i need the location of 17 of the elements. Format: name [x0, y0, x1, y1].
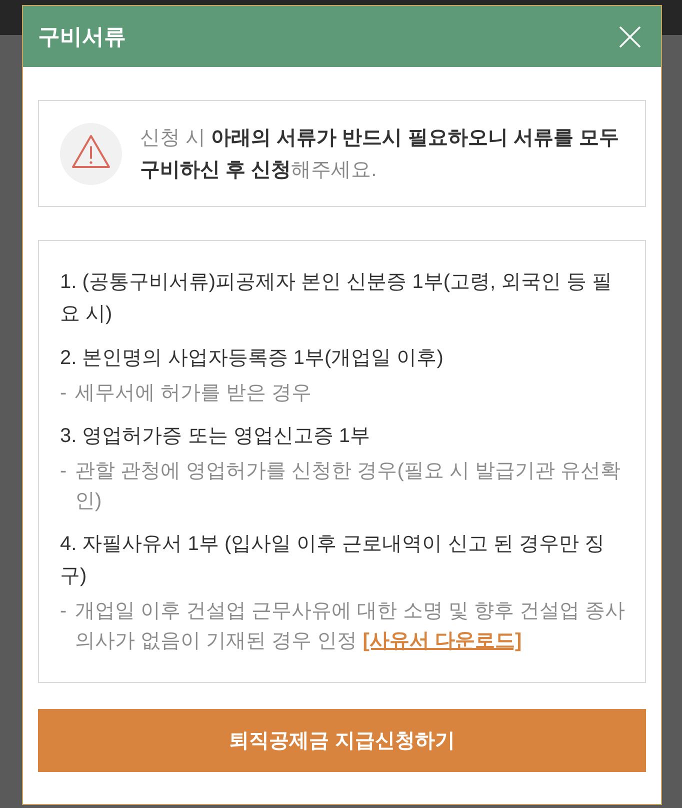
document-item: 1. (공통구비서류)피공제자 본인 신분증 1부(고령, 외국인 등 필요 시) [60, 270, 614, 327]
bullet-dash: - [60, 381, 68, 406]
document-item: 4. 자필사유서 1부 (입사일 이후 근로내역이 신고 된 경우만 징구) [60, 532, 606, 589]
close-button[interactable] [619, 26, 641, 48]
note-text: 관할 관청에 영업허가를 신청한 경우(필요 시 발급기관 유선확인) [75, 459, 622, 514]
download-link[interactable]: [사유서 다운로드] [362, 630, 522, 652]
bullet-dash: - [60, 599, 68, 624]
note-text: 세무서에 허가를 받은 경우 [75, 381, 312, 406]
document-item: 3. 영업허가증 또는 영업신고증 1부 [60, 424, 372, 449]
dialog-title: 구비서류 [38, 22, 126, 50]
submit-button[interactable]: 퇴직공제금 지급신청하기 [38, 709, 646, 772]
warning-icon [60, 122, 122, 184]
close-icon [619, 26, 641, 48]
note-text: 개업일 이후 건설업 근무사유에 대한 소명 및 향후 건설업 종사 의사가 없음이 기재된 경우 인정 [사유서 다운로드] [75, 599, 626, 654]
bullet-dash: - [60, 459, 68, 484]
notice-text: 신청 시 아래의 서류가 반드시 필요하오니 서류를 모두 구비하신 후 신청해주세요. [140, 126, 620, 182]
document-item: 2. 본인명의 사업자등록증 1부(개업일 이후) [60, 346, 444, 371]
